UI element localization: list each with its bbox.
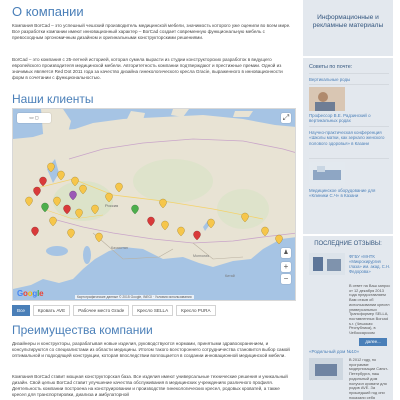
google-logo: Google [17, 289, 44, 298]
svg-text:Монголия: Монголия [193, 254, 209, 258]
divider [309, 126, 389, 127]
zoom-out-button[interactable]: − [281, 274, 291, 284]
news-item[interactable]: Медицинское оборудование для «Клиники С.… [309, 188, 389, 206]
review-org[interactable]: ФГБУ «МНТК «Микрохирургия глаза» им. ака… [349, 254, 391, 282]
news-thumbnail[interactable] [309, 87, 345, 111]
review-org[interactable]: «Родильный дом №10» [309, 349, 389, 354]
about-paragraph-1: Компания BorCad – это успешный чешский п… [12, 23, 291, 40]
filter-sella[interactable]: Кресло SELLA [132, 305, 174, 316]
filter-all[interactable]: Все [12, 305, 30, 316]
clients-map[interactable]: Россия Казахстан Монголия Китай ▭ ◻ ⤢ + … [12, 108, 296, 301]
advantages-paragraph-1: Дизайнеры и конструкторы, разрабатывая н… [12, 341, 290, 358]
filter-pura[interactable]: Кресло PURA [176, 305, 216, 316]
info-box-title[interactable]: Информационные и рекламные материалы [303, 14, 393, 30]
news-item[interactable]: Профессор В.Е. Радзинский о вертикальных… [309, 113, 389, 124]
clients-title: Наши клиенты [12, 92, 94, 106]
svg-text:Казахстан: Казахстан [111, 246, 128, 250]
reviews-title: ПОСЛЕДНИЕ ОТЗЫВЫ: [314, 241, 382, 247]
advantages-paragraph-2: Компания BorCad ставит мощная конструкто… [12, 374, 288, 397]
review-text: В 2012 году, по программе модернизации С… [349, 358, 389, 400]
client-filters: Все Кровать AVE Рабочее место Grade Крес… [12, 305, 296, 317]
news-item[interactable]: Вертикальные роды [309, 77, 389, 82]
advantages-title: Преимущества компании [12, 323, 153, 337]
news-item[interactable]: Научно-практическая конференция «Школы м… [309, 130, 389, 156]
fullscreen-icon[interactable]: ⤢ [281, 113, 291, 123]
map-canvas[interactable]: Россия Казахстан Монголия Китай [13, 109, 296, 301]
divider [309, 73, 389, 74]
review-photo [309, 253, 349, 275]
google-logo-letter: e [39, 289, 44, 298]
about-title: О компании [12, 4, 84, 19]
filter-grade[interactable]: Рабочее место Grade [73, 305, 130, 316]
review-photo [309, 358, 345, 380]
page: О компании Компания BorCad – это успешны… [0, 0, 400, 400]
filter-ave[interactable]: Кровать AVE [32, 305, 71, 316]
review-text: В ответ на Ваш запрос от 12 декабря 2013… [349, 284, 391, 336]
divider [309, 84, 389, 85]
review-more-button[interactable]: далее... [359, 338, 387, 346]
about-paragraph-2: BorCad – это компания с 25-летней истори… [12, 57, 283, 80]
svg-text:Россия: Россия [105, 203, 118, 208]
svg-text:Китай: Китай [225, 274, 235, 278]
map-type-control[interactable]: ▭ ◻ [17, 113, 51, 123]
pegman-icon[interactable]: ♟ [281, 248, 291, 258]
zoom-in-button[interactable]: + [281, 262, 291, 272]
divider [309, 158, 389, 159]
map-attribution[interactable]: Картографические данные © 2015 Google, I… [75, 295, 194, 299]
sidebar: Информационные и рекламные материалы Сов… [303, 0, 400, 400]
main-content: О компании Компания BorCad – это успешны… [12, 0, 297, 400]
news-title: Советы по почте: [309, 64, 353, 70]
news-thumbnail[interactable] [309, 162, 345, 186]
